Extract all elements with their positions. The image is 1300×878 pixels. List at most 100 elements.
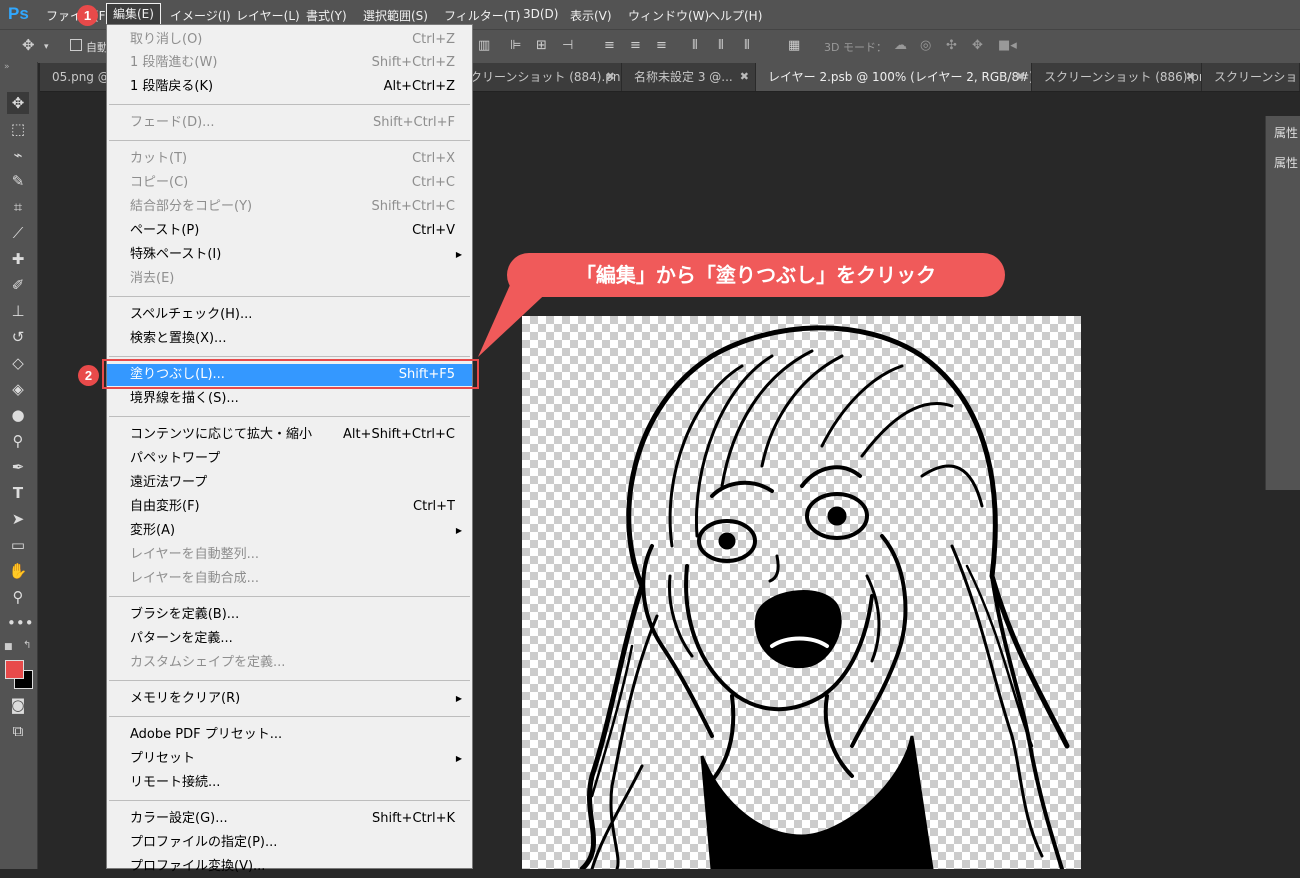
hand-tool-icon[interactable]: ✋ xyxy=(7,560,29,582)
roll-3d-icon[interactable]: ◎ xyxy=(920,38,931,53)
brush-tool-icon[interactable]: ✐ xyxy=(7,274,29,296)
lasso-tool-icon[interactable]: ⌁ xyxy=(7,144,29,166)
menu-item-color-settings[interactable]: カラー設定(G)... Shift+Ctrl+K xyxy=(107,808,472,830)
dodge-tool-icon[interactable]: ⚲ xyxy=(7,430,29,452)
menu-item-convert-profile[interactable]: プロファイル変換(V)... xyxy=(107,856,472,878)
rectangle-tool-icon[interactable]: ▭ xyxy=(7,534,29,556)
submenu-arrow-icon: ▶ xyxy=(455,694,462,703)
menu-item-transform[interactable]: 変形(A) ▶ xyxy=(107,520,472,542)
menu-image[interactable]: イメージ(I) xyxy=(170,7,231,24)
menu-view[interactable]: 表示(V) xyxy=(570,7,612,24)
menu-filter[interactable]: フィルター(T) xyxy=(444,7,520,24)
distribute-top-icon[interactable]: ≡ xyxy=(604,38,615,53)
menu-separator xyxy=(109,416,470,417)
default-colors-icon[interactable]: ■ xyxy=(4,642,13,652)
close-icon[interactable]: ✖ xyxy=(1186,63,1195,91)
more-tools-icon[interactable]: ••• xyxy=(7,612,34,634)
tab-document[interactable]: スクリーンショット xyxy=(1202,63,1300,91)
path-select-icon[interactable]: ➤ xyxy=(7,508,29,530)
menu-layer[interactable]: レイヤー(L) xyxy=(236,7,300,24)
tab-document[interactable]: クリーンショット (884).png ✖ xyxy=(460,63,622,91)
menu-type[interactable]: 書式(Y) xyxy=(306,7,347,24)
slide-3d-icon[interactable]: ✥ xyxy=(972,38,983,53)
menu-3d[interactable]: 3D(D) xyxy=(523,7,558,21)
tab-active-document[interactable]: レイヤー 2.psb @ 100% (レイヤー 2, RGB/8#) * ✖ xyxy=(756,63,1032,91)
move-tool-icon[interactable]: ✥ xyxy=(7,92,29,114)
document-canvas[interactable] xyxy=(522,316,1081,869)
collapse-icon[interactable]: » xyxy=(4,62,10,72)
paint-bucket-icon[interactable]: ◈ xyxy=(7,378,29,400)
align-left-icon[interactable]: ⊫ xyxy=(510,38,521,53)
distribute-bottom-icon[interactable]: ≡ xyxy=(656,38,667,53)
properties-label[interactable]: 属性 xyxy=(1274,124,1298,141)
screen-mode-icon[interactable]: ⧉ xyxy=(7,720,29,742)
menu-edit[interactable]: 編集(E) xyxy=(106,3,161,25)
eraser-tool-icon[interactable]: ◇ xyxy=(7,352,29,374)
tab-document[interactable]: 05.png @ xyxy=(40,63,110,91)
menu-separator xyxy=(109,596,470,597)
align-icon[interactable]: ▥ xyxy=(478,38,490,53)
menu-item-content-aware-scale[interactable]: コンテンツに応じて拡大・縮小 Alt+Shift+Ctrl+C xyxy=(107,424,472,446)
submenu-arrow-icon: ▶ xyxy=(455,526,462,535)
menu-item-spell-check[interactable]: スペルチェック(H)... xyxy=(107,304,472,326)
distribute-center-icon[interactable]: ⦀ xyxy=(718,38,724,53)
menu-item-purge[interactable]: メモリをクリア(R) ▶ xyxy=(107,688,472,710)
menu-item-clear: 消去(E) xyxy=(130,271,175,286)
history-brush-icon[interactable]: ↺ xyxy=(7,326,29,348)
menu-select[interactable]: 選択範囲(S) xyxy=(363,7,428,24)
menu-separator xyxy=(109,680,470,681)
step-2-badge: 2 xyxy=(78,365,99,386)
align-center-icon[interactable]: ⊞ xyxy=(536,38,547,53)
menu-window[interactable]: ウィンドウ(W) xyxy=(628,7,709,24)
zoom-tool-icon[interactable]: ⚲ xyxy=(7,586,29,608)
swap-colors-icon[interactable]: ↰ xyxy=(23,640,31,651)
auto-select-checkbox[interactable] xyxy=(70,39,82,51)
orbit-3d-icon[interactable]: ☁ xyxy=(894,38,907,53)
auto-align-icon[interactable]: ▦ xyxy=(788,38,800,53)
close-icon[interactable]: ✖ xyxy=(740,63,749,91)
tab-document[interactable]: スクリーンショット (886).png ✖ xyxy=(1032,63,1202,91)
type-tool-icon[interactable]: T xyxy=(7,482,29,504)
menu-item-perspective-warp[interactable]: 遠近法ワープ xyxy=(107,472,472,494)
callout-pointer xyxy=(478,285,555,357)
tab-document[interactable]: 名称未設定 3 @... ✖ xyxy=(622,63,756,91)
foreground-color-swatch[interactable] xyxy=(5,660,24,679)
distribute-middle-icon[interactable]: ≡ xyxy=(630,38,641,53)
menu-item-auto-align-layers: レイヤーを自動整列... xyxy=(130,547,260,562)
menu-item-step-backward[interactable]: 1 段階戻る(K) Alt+Ctrl+Z xyxy=(107,76,472,98)
blur-tool-icon[interactable]: ● xyxy=(7,404,29,426)
crop-tool-icon[interactable]: ⌗ xyxy=(7,196,29,218)
drag-3d-icon[interactable]: ✣ xyxy=(946,38,957,53)
menu-item-remote-connections[interactable]: リモート接続... xyxy=(107,772,472,794)
marquee-tool-icon[interactable]: ⬚ xyxy=(7,118,29,140)
move-tool-icon[interactable]: ✥ xyxy=(22,36,35,54)
quick-mask-icon[interactable]: ◙ xyxy=(7,694,29,716)
menu-item-presets[interactable]: プリセット ▶ xyxy=(107,748,472,770)
healing-brush-icon[interactable]: ✚ xyxy=(7,248,29,270)
distribute-right-icon[interactable]: ⦀ xyxy=(744,38,750,53)
menu-item-find-replace[interactable]: 検索と置換(X)... xyxy=(107,328,472,350)
menu-item-define-brush[interactable]: ブラシを定義(B)... xyxy=(107,604,472,626)
menu-item-stroke[interactable]: 境界線を描く(S)... xyxy=(107,388,472,410)
menu-item-paste-special[interactable]: 特殊ペースト(I) ▶ xyxy=(107,244,472,266)
distribute-left-icon[interactable]: ⦀ xyxy=(692,38,698,53)
menu-item-assign-profile[interactable]: プロファイルの指定(P)... xyxy=(107,832,472,854)
photoshop-logo: Ps xyxy=(8,4,29,23)
stamp-tool-icon[interactable]: ⊥ xyxy=(7,300,29,322)
step-1-badge: 1 xyxy=(77,5,98,26)
quick-select-tool-icon[interactable]: ✎ xyxy=(7,170,29,192)
menu-item-puppet-warp[interactable]: パペットワープ xyxy=(107,448,472,470)
close-icon[interactable]: ✖ xyxy=(606,63,615,91)
menu-help[interactable]: ヘルプ(H) xyxy=(708,7,762,24)
properties-label[interactable]: 属性 xyxy=(1274,154,1298,171)
chevron-down-icon[interactable]: ▾ xyxy=(44,42,49,52)
scale-3d-icon[interactable]: ■◂ xyxy=(998,38,1017,53)
align-right-icon[interactable]: ⊣ xyxy=(562,38,573,53)
menu-item-paste[interactable]: ペースト(P) Ctrl+V xyxy=(107,220,472,242)
menu-item-adobe-pdf-presets[interactable]: Adobe PDF プリセット... xyxy=(107,724,472,746)
pen-tool-icon[interactable]: ✒ xyxy=(7,456,29,478)
close-icon[interactable]: ✖ xyxy=(1016,63,1025,91)
menu-item-define-pattern[interactable]: パターンを定義... xyxy=(107,628,472,650)
eyedropper-tool-icon[interactable]: ⟋ xyxy=(7,222,29,244)
menu-item-free-transform[interactable]: 自由変形(F) Ctrl+T xyxy=(107,496,472,518)
